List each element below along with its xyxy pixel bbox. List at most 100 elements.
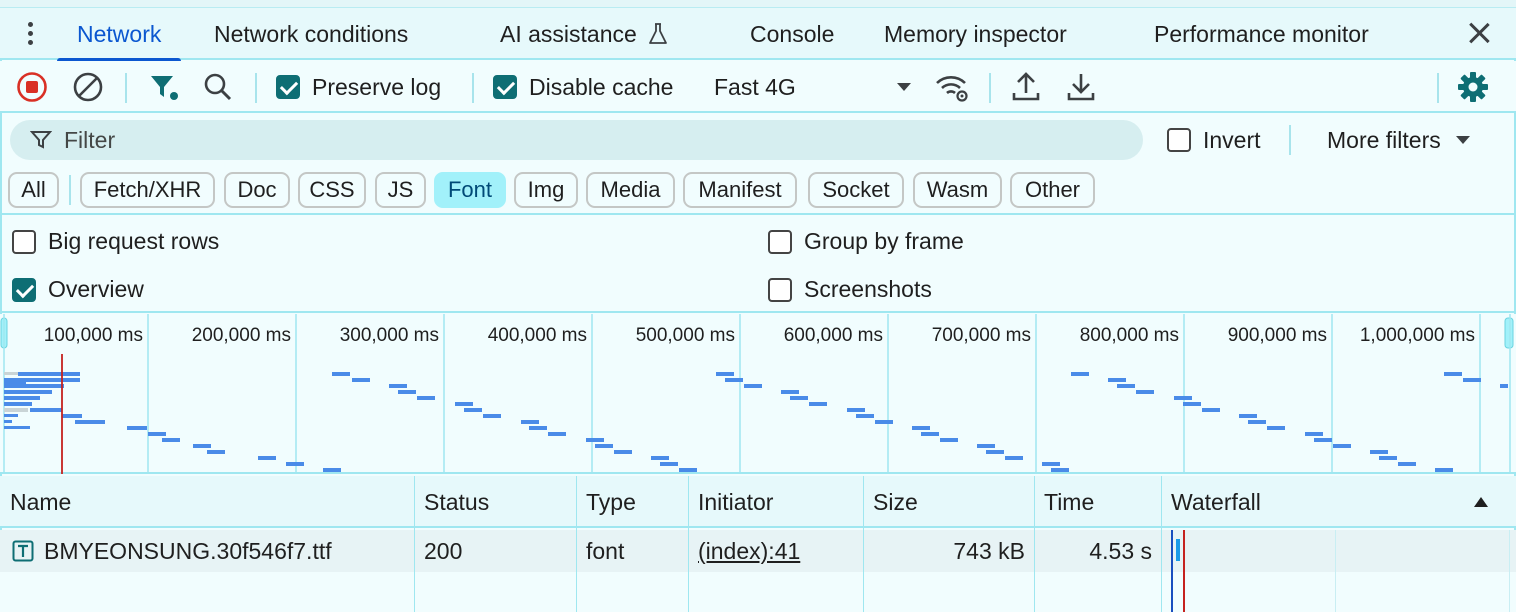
settings-button[interactable] [1457,61,1489,113]
overview-request-bar [1398,462,1416,466]
top-strip [0,0,1516,8]
overview-tick-label: 300,000 ms [340,325,439,346]
initiator-link[interactable]: (index):41 [698,530,800,572]
type-filter-other[interactable]: Other [1010,172,1095,208]
overview-request-bar [332,372,350,376]
group-by-frame-label: Group by frame [804,228,964,254]
type-filter-socket[interactable]: Socket [808,172,904,208]
overview-request-bar [1435,468,1453,472]
request-name: BMYEONSUNG.30f546f7.ttf [44,537,332,564]
overview-tick-label: 200,000 ms [192,325,291,346]
request-name-cell[interactable]: BMYEONSUNG.30f546f7.ttf [12,530,332,572]
column-header-size[interactable]: Size [863,476,918,528]
waterfall-grid-line [1335,530,1336,612]
invert-check[interactable] [1167,128,1191,152]
toolbar-separator [472,73,474,103]
tab-performance-monitor[interactable]: Performance monitor [1154,8,1369,60]
clear-button[interactable] [72,61,104,113]
big-request-rows-label: Big request rows [48,228,220,254]
column-header-time[interactable]: Time [1034,476,1094,528]
overview-request-bar [1174,396,1192,400]
overview-request-bar [847,408,865,412]
network-settings-button[interactable] [934,61,970,113]
timeline-overview[interactable]: 100,000 ms 200,000 ms 300,000 ms 400,000 ms… [0,314,1516,474]
type-filter-js[interactable]: JS [375,172,426,208]
type-filter-font[interactable]: Font [434,172,506,208]
type-filter-fetch-xhr[interactable]: Fetch/XHR [80,172,215,208]
close-icon[interactable] [1464,18,1494,48]
overview-request-bar [62,414,82,418]
screenshots-check[interactable] [768,277,792,302]
overview-request-bar [417,396,435,400]
overview-request-bar [1051,468,1069,472]
overview-request-bar [1005,456,1023,460]
overview-request-bar [4,390,52,394]
overview-request-bar [4,414,18,417]
column-header-initiator[interactable]: Initiator [688,476,773,528]
overview-check[interactable] [12,277,36,302]
column-header-waterfall[interactable]: Waterfall [1161,476,1501,528]
column-divider [414,476,415,612]
overview-graph: 100,000 ms 200,000 ms 300,000 ms 400,000 ms… [0,314,1514,474]
more-tabs-icon[interactable] [0,7,60,59]
column-header-name[interactable]: Name [0,476,71,528]
column-header-status[interactable]: Status [414,476,489,528]
overview-request-bar [1305,432,1323,436]
overview-request-bar [323,468,341,472]
overview-request-bar [614,450,632,454]
big-request-rows-check[interactable] [12,229,36,254]
export-har-button[interactable] [1065,61,1097,113]
tab-console[interactable]: Console [750,8,834,60]
throttling-select[interactable]: Fast 4G [714,61,914,113]
screenshots-option[interactable]: Screenshots [768,276,932,303]
column-header-type[interactable]: Type [576,476,636,528]
filter-icon [30,131,52,149]
overview-request-bar [977,444,995,448]
filter-input[interactable] [64,126,1064,154]
overview-request-bar [18,372,80,376]
overview-request-bar [790,396,808,400]
clear-icon [73,72,103,102]
group-by-frame-check[interactable] [768,229,792,254]
disable-cache-checkbox[interactable]: Disable cache [493,61,673,113]
tab-memory-inspector[interactable]: Memory inspector [884,8,1067,60]
overview-request-bar [4,402,32,406]
filter-box[interactable] [10,120,1143,160]
more-filters-dropdown[interactable]: More filters [1327,122,1471,158]
stop-recording-button[interactable] [16,61,48,113]
filter-row: Invert More filters [0,115,1516,167]
type-filter-all[interactable]: All [8,172,59,208]
preserve-log-check[interactable] [276,75,300,99]
type-filter-css[interactable]: CSS [298,172,366,208]
upload-icon [1012,72,1040,101]
filter-toggle-button[interactable] [148,61,180,113]
search-button[interactable] [202,61,234,113]
invert-checkbox[interactable]: Invert [1167,122,1261,158]
tab-network[interactable]: Network [56,8,182,62]
group-by-frame-option[interactable]: Group by frame [768,228,964,255]
import-har-button[interactable] [1010,61,1042,113]
big-request-rows-option[interactable]: Big request rows [12,228,219,255]
tab-ai-assistance[interactable]: AI assistance [500,8,669,60]
overview-request-bar [1136,390,1154,394]
preserve-log-checkbox[interactable]: Preserve log [276,61,441,113]
network-toolbar: Preserve log Disable cache Fast 4G [0,61,1516,113]
toolbar-separator [255,73,257,103]
type-filter-media[interactable]: Media [586,172,675,208]
overview-request-bar [4,396,40,400]
type-filter-img[interactable]: Img [514,172,578,208]
type-filter-manifest[interactable]: Manifest [683,172,797,208]
request-type-cell: font [586,537,625,564]
overview-request-bar [4,378,80,382]
overview-request-bar [586,438,604,442]
table-row[interactable]: BMYEONSUNG.30f546f7.ttf 200 font (index)… [0,530,1516,572]
overview-request-bar [148,432,166,436]
overview-option[interactable]: Overview [12,276,144,303]
disable-cache-check[interactable] [493,75,517,99]
overview-request-bar [1370,450,1388,454]
overview-request-bar [1463,378,1481,382]
tab-network-conditions[interactable]: Network conditions [214,8,408,60]
type-filter-wasm[interactable]: Wasm [913,172,1002,208]
overview-request-bar [809,402,827,406]
type-filter-doc[interactable]: Doc [224,172,290,208]
